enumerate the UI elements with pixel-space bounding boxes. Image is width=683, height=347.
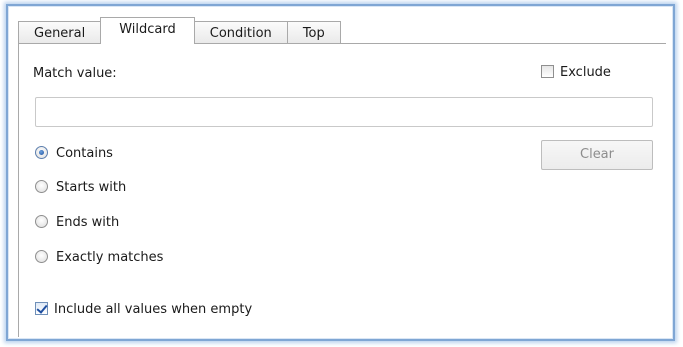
tab-wildcard[interactable]: Wildcard xyxy=(100,17,195,44)
exclude-label: Exclude xyxy=(560,65,611,80)
tab-strip: General Wildcard Condition Top xyxy=(18,17,341,44)
include-all-label: Include all values when empty xyxy=(54,302,253,317)
include-all-checkbox-box[interactable] xyxy=(35,302,48,315)
radio-exactly-matches[interactable]: Exactly matches xyxy=(35,250,163,265)
tab-top[interactable]: Top xyxy=(286,21,341,44)
exclude-checkbox[interactable]: Exclude xyxy=(541,65,611,80)
radio-ends-with[interactable]: Ends with xyxy=(35,215,119,230)
radio-contains-label: Contains xyxy=(56,146,113,161)
radio-ends-with-button[interactable] xyxy=(35,215,48,228)
match-value-input[interactable] xyxy=(35,97,653,127)
tab-condition[interactable]: Condition xyxy=(193,21,288,44)
radio-exactly-matches-label: Exactly matches xyxy=(56,250,164,265)
include-all-checkbox[interactable]: Include all values when empty xyxy=(35,302,252,317)
tab-general[interactable]: General xyxy=(18,21,102,44)
radio-contains[interactable]: Contains xyxy=(35,146,113,161)
radio-starts-with-label: Starts with xyxy=(56,180,127,195)
wildcard-panel: Match value: Exclude Contains Starts wit… xyxy=(18,43,666,337)
radio-starts-with-button[interactable] xyxy=(35,180,48,193)
radio-exactly-matches-button[interactable] xyxy=(35,250,48,263)
radio-contains-button[interactable] xyxy=(35,146,48,159)
clear-button[interactable]: Clear xyxy=(541,140,653,170)
radio-starts-with[interactable]: Starts with xyxy=(35,180,126,195)
match-value-label: Match value: xyxy=(33,66,117,81)
exclude-checkbox-box[interactable] xyxy=(541,65,554,78)
radio-ends-with-label: Ends with xyxy=(56,215,120,230)
